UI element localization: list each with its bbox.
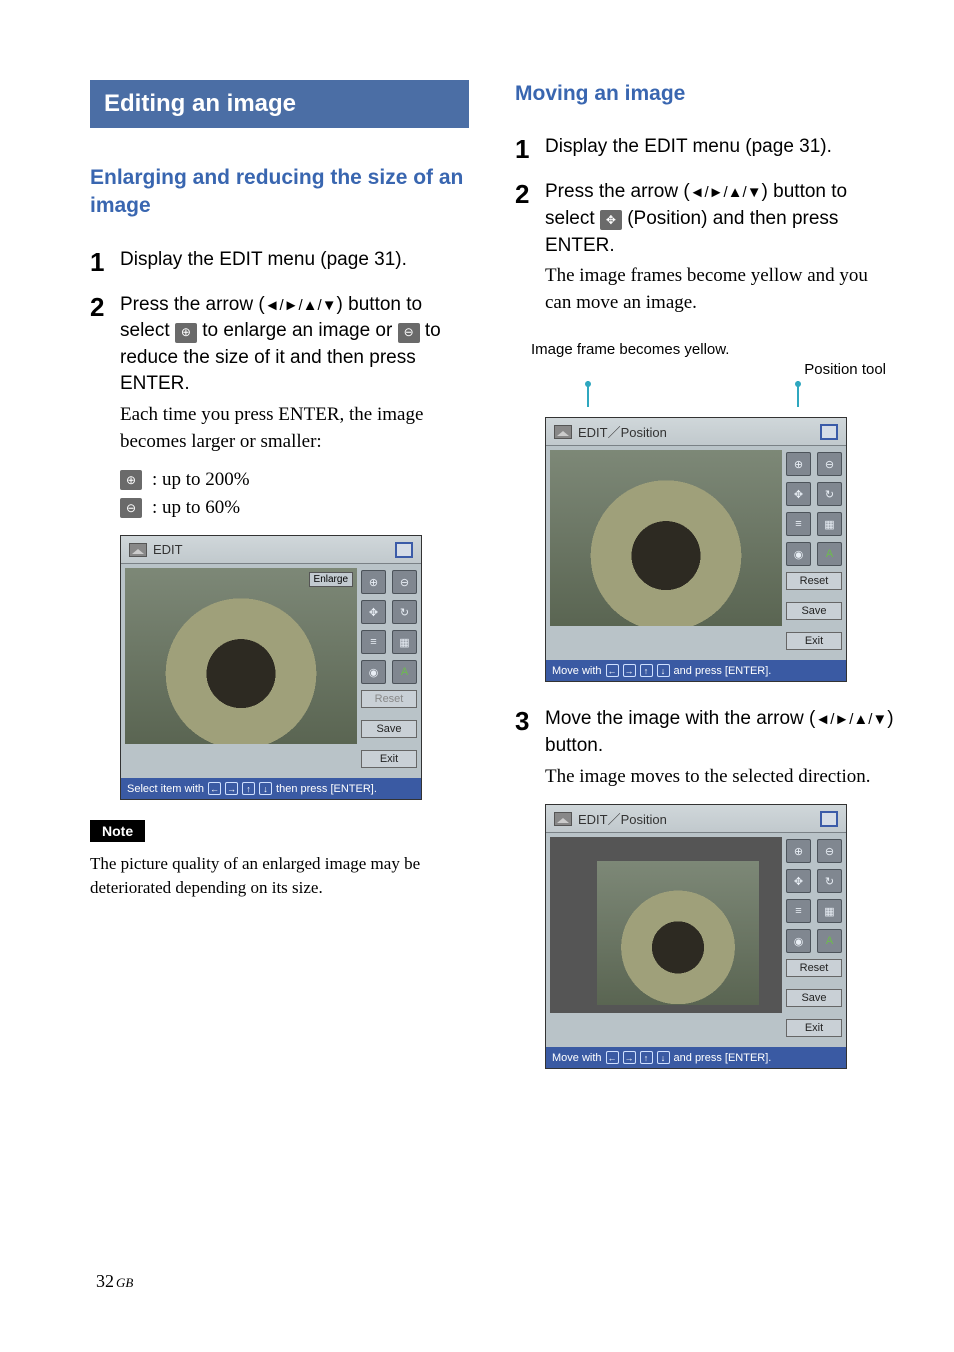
text-icon[interactable]: A <box>817 542 842 566</box>
step-number-1: 1 <box>90 247 120 278</box>
zoom-in-icon: ⊕ <box>175 323 197 343</box>
note-tag: Note <box>90 820 145 842</box>
step-number-2: 2 <box>515 179 545 316</box>
zoom-in-icon: ⊕ <box>120 470 142 490</box>
reset-button[interactable]: Reset <box>361 690 417 708</box>
r-step2-text: Press the arrow (◄/►/▲/▼) button to sele… <box>545 179 894 316</box>
enlarge-chip: Enlarge <box>309 572 353 587</box>
adjust-icon[interactable]: ≡ <box>361 630 386 654</box>
photo-preview <box>550 837 782 1013</box>
position-icon[interactable]: ✥ <box>361 600 386 624</box>
zoom-in-icon[interactable]: ⊕ <box>361 570 386 594</box>
zoom-out-icon: ⊖ <box>398 323 420 343</box>
subheading-enlarge: Enlarging and reducing the size of an im… <box>90 164 469 221</box>
text-icon[interactable]: A <box>817 929 842 953</box>
exit-button[interactable]: Exit <box>361 750 417 768</box>
zoom-out-icon: ⊖ <box>120 498 142 518</box>
ui-title: EDIT <box>153 542 183 557</box>
thumb-icon <box>554 812 572 826</box>
r-step2-expl: The image frames become yellow and you c… <box>545 263 894 316</box>
step-number-2: 2 <box>90 292 120 456</box>
step-number-3: 3 <box>515 706 545 790</box>
r-step3-text: Move the image with the arrow (◄/►/▲/▼) … <box>545 706 894 790</box>
r-step3-expl: The image moves to the selected directio… <box>545 764 894 791</box>
step2-text: Press the arrow (◄/►/▲/▼) button to sele… <box>120 292 469 456</box>
thumb-icon <box>129 543 147 557</box>
panel-info-icon <box>820 811 838 827</box>
r-step1-text: Display the EDIT menu (page 31). <box>545 134 894 165</box>
save-button[interactable]: Save <box>361 720 417 738</box>
rotate-icon[interactable]: ↻ <box>817 482 842 506</box>
edit-panel-screenshot: EDIT Enlarge ⊕ ⊖ ✥ ↻ ≡ ▦ ◉ A R <box>120 535 422 800</box>
thumb-icon <box>554 425 572 439</box>
page-number: 32GB <box>96 1271 133 1292</box>
status-bar: Move with ← → ↑ ↓ and press [ENTER]. <box>546 1047 846 1068</box>
edit-position-moved-panel: EDIT／Position ⊕ ⊖ ✥ ↻ ≡ ▦ ◉ <box>545 804 847 1069</box>
zoom-in-icon[interactable]: ⊕ <box>786 452 811 476</box>
step2-explanation: Each time you press ENTER, the image bec… <box>120 402 469 455</box>
note-text: The picture quality of an enlarged image… <box>90 852 469 900</box>
save-button[interactable]: Save <box>786 602 842 620</box>
callout-frame-label: Image frame becomes yellow. <box>531 340 894 360</box>
zoom-out-icon[interactable]: ⊖ <box>392 570 417 594</box>
zoom-in-text: : up to 200% <box>152 469 250 491</box>
position-icon[interactable]: ✥ <box>786 869 811 893</box>
reset-button[interactable]: Reset <box>786 959 842 977</box>
step1-text: Display the EDIT menu (page 31). <box>120 247 469 278</box>
position-icon: ✥ <box>600 210 622 230</box>
key-right-icon: → <box>225 782 238 795</box>
subheading-moving: Moving an image <box>515 80 894 108</box>
reset-button[interactable]: Reset <box>786 572 842 590</box>
section-banner: Editing an image <box>90 80 469 128</box>
ui-title: EDIT／Position <box>578 809 667 828</box>
key-left-icon: ← <box>606 1051 619 1064</box>
photo-preview <box>550 450 782 626</box>
key-right-icon: → <box>623 664 636 677</box>
key-down-icon: ↓ <box>657 664 670 677</box>
step-number-1: 1 <box>515 134 545 165</box>
rotate-icon[interactable]: ↻ <box>392 600 417 624</box>
key-down-icon: ↓ <box>259 782 272 795</box>
adjust-icon[interactable]: ≡ <box>786 512 811 536</box>
position-icon[interactable]: ✥ <box>786 482 811 506</box>
exit-button[interactable]: Exit <box>786 1019 842 1037</box>
zoom-out-text: : up to 60% <box>152 497 240 519</box>
redeye-icon[interactable]: ◉ <box>786 542 811 566</box>
redeye-icon[interactable]: ◉ <box>786 929 811 953</box>
filter-icon[interactable]: ▦ <box>817 512 842 536</box>
text-icon[interactable]: A <box>392 660 417 684</box>
rotate-icon[interactable]: ↻ <box>817 869 842 893</box>
zoom-in-icon[interactable]: ⊕ <box>786 839 811 863</box>
zoom-out-icon[interactable]: ⊖ <box>817 452 842 476</box>
ui-title: EDIT／Position <box>578 422 667 441</box>
redeye-icon[interactable]: ◉ <box>361 660 386 684</box>
filter-icon[interactable]: ▦ <box>392 630 417 654</box>
save-button[interactable]: Save <box>786 989 842 1007</box>
key-right-icon: → <box>623 1051 636 1064</box>
panel-info-icon <box>820 424 838 440</box>
callout-position-label: Position tool <box>531 360 894 380</box>
key-up-icon: ↑ <box>640 664 653 677</box>
panel-info-icon <box>395 542 413 558</box>
key-up-icon: ↑ <box>640 1051 653 1064</box>
filter-icon[interactable]: ▦ <box>817 899 842 923</box>
key-left-icon: ← <box>606 664 619 677</box>
exit-button[interactable]: Exit <box>786 632 842 650</box>
adjust-icon[interactable]: ≡ <box>786 899 811 923</box>
photo-preview: Enlarge <box>125 568 357 744</box>
status-bar: Move with ← → ↑ ↓ and press [ENTER]. <box>546 660 846 681</box>
key-left-icon: ← <box>208 782 221 795</box>
status-bar: Select item with ← → ↑ ↓ then press [ENT… <box>121 778 421 799</box>
edit-position-panel-screenshot: EDIT／Position ⊕ ⊖ ✥ ↻ ≡ ▦ ◉ A Reset <box>545 417 847 682</box>
key-down-icon: ↓ <box>657 1051 670 1064</box>
key-up-icon: ↑ <box>242 782 255 795</box>
zoom-out-icon[interactable]: ⊖ <box>817 839 842 863</box>
